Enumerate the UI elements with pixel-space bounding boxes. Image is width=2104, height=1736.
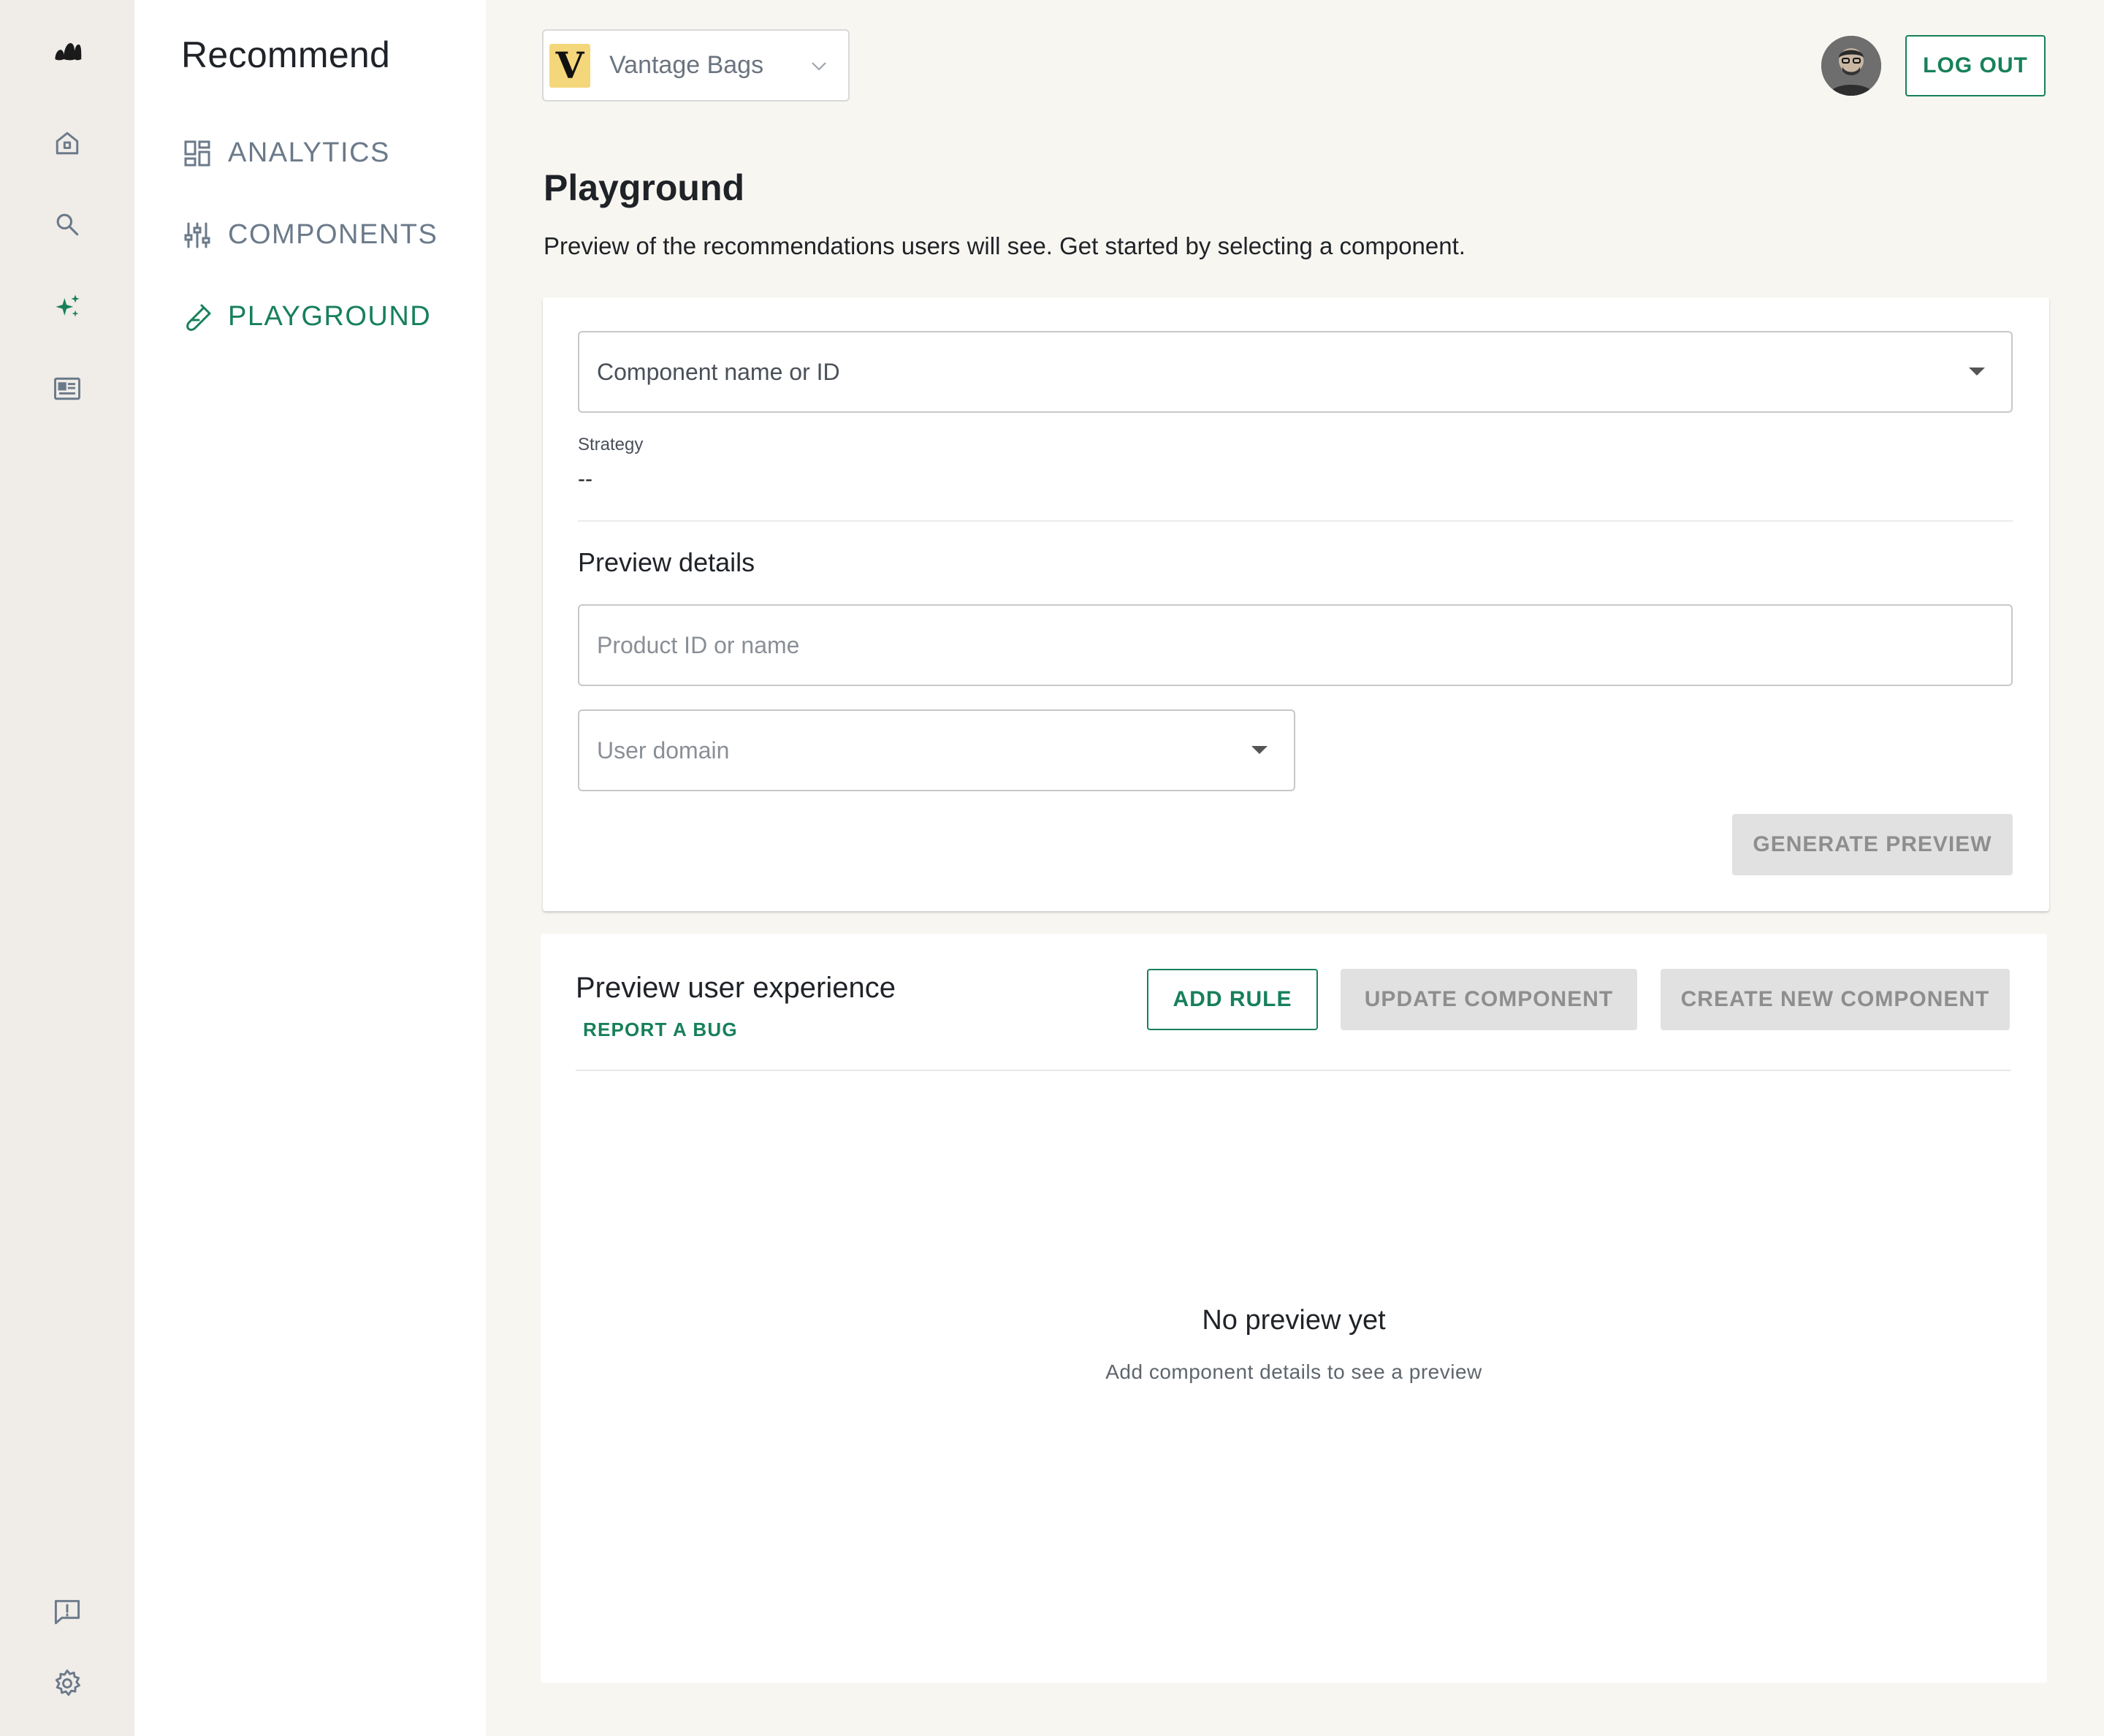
- chevron-down-icon: [812, 62, 826, 71]
- nav-item-playground[interactable]: PLAYGROUND: [183, 301, 431, 332]
- update-component-button[interactable]: UPDATE COMPONENT: [1341, 969, 1637, 1030]
- user-domain-placeholder: User domain: [597, 736, 730, 764]
- preview-details-heading: Preview details: [578, 547, 755, 577]
- dropdown-arrow-icon: [1251, 746, 1268, 754]
- store-name: Vantage Bags: [609, 51, 764, 79]
- nav-item-label: ANALYTICS: [228, 137, 390, 168]
- section-nav: Recommend ANALYTICS COMPONENTS PLAYGROUN…: [134, 0, 486, 1736]
- user-avatar-image: [1821, 36, 1881, 96]
- nav-item-label: COMPONENTS: [228, 219, 438, 250]
- nav-item-label: PLAYGROUND: [228, 301, 432, 332]
- nav-item-components[interactable]: COMPONENTS: [183, 219, 438, 251]
- strategy-label: Strategy: [578, 435, 644, 454]
- user-domain-select[interactable]: User domain: [578, 709, 1295, 791]
- divider: [578, 520, 2013, 522]
- section-title: Recommend: [181, 34, 391, 75]
- home-icon[interactable]: [48, 124, 86, 162]
- brand-logo-icon[interactable]: [48, 32, 86, 70]
- newspaper-icon[interactable]: [48, 370, 86, 408]
- divider: [576, 1070, 2010, 1071]
- add-rule-button[interactable]: ADD RULE: [1147, 969, 1318, 1030]
- store-logo: V: [549, 43, 590, 88]
- sliders-icon: [184, 222, 210, 248]
- preview-experience-card: Preview user experience REPORT A BUG ADD…: [541, 934, 2047, 1683]
- create-new-component-button[interactable]: CREATE NEW COMPONENT: [1661, 969, 2010, 1030]
- component-select-placeholder: Component name or ID: [597, 358, 840, 385]
- empty-state-title: No preview yet: [1202, 1305, 1386, 1336]
- product-input[interactable]: Product ID or name: [578, 604, 2013, 686]
- dashboard-icon: [184, 140, 210, 166]
- feedback-icon[interactable]: [48, 1593, 86, 1631]
- test-tube-icon: [186, 304, 211, 331]
- logout-button[interactable]: LOG OUT: [1905, 35, 2046, 96]
- nav-item-analytics[interactable]: ANALYTICS: [183, 137, 390, 169]
- preview-experience-title: Preview user experience: [576, 972, 896, 1004]
- store-selector[interactable]: V Vantage Bags: [542, 29, 850, 102]
- sparkles-icon[interactable]: [48, 287, 86, 325]
- page-title: Playground: [544, 167, 745, 208]
- generate-preview-button[interactable]: GENERATE PREVIEW: [1732, 814, 2013, 875]
- component-select[interactable]: Component name or ID: [578, 331, 2013, 413]
- dropdown-arrow-icon: [1969, 368, 1985, 376]
- avatar[interactable]: [1821, 36, 1881, 96]
- gear-icon[interactable]: [48, 1664, 86, 1702]
- product-input-placeholder: Product ID or name: [597, 631, 800, 658]
- strategy-value: --: [578, 467, 592, 491]
- search-icon[interactable]: [48, 205, 86, 243]
- page-subtitle: Preview of the recommendations users wil…: [544, 232, 1465, 259]
- report-bug-link[interactable]: REPORT A BUG: [583, 1019, 738, 1041]
- empty-state-subtitle: Add component details to see a preview: [1105, 1360, 1482, 1383]
- icon-rail: [0, 0, 134, 1736]
- preview-config-card: Component name or ID Strategy -- Preview…: [543, 297, 2049, 911]
